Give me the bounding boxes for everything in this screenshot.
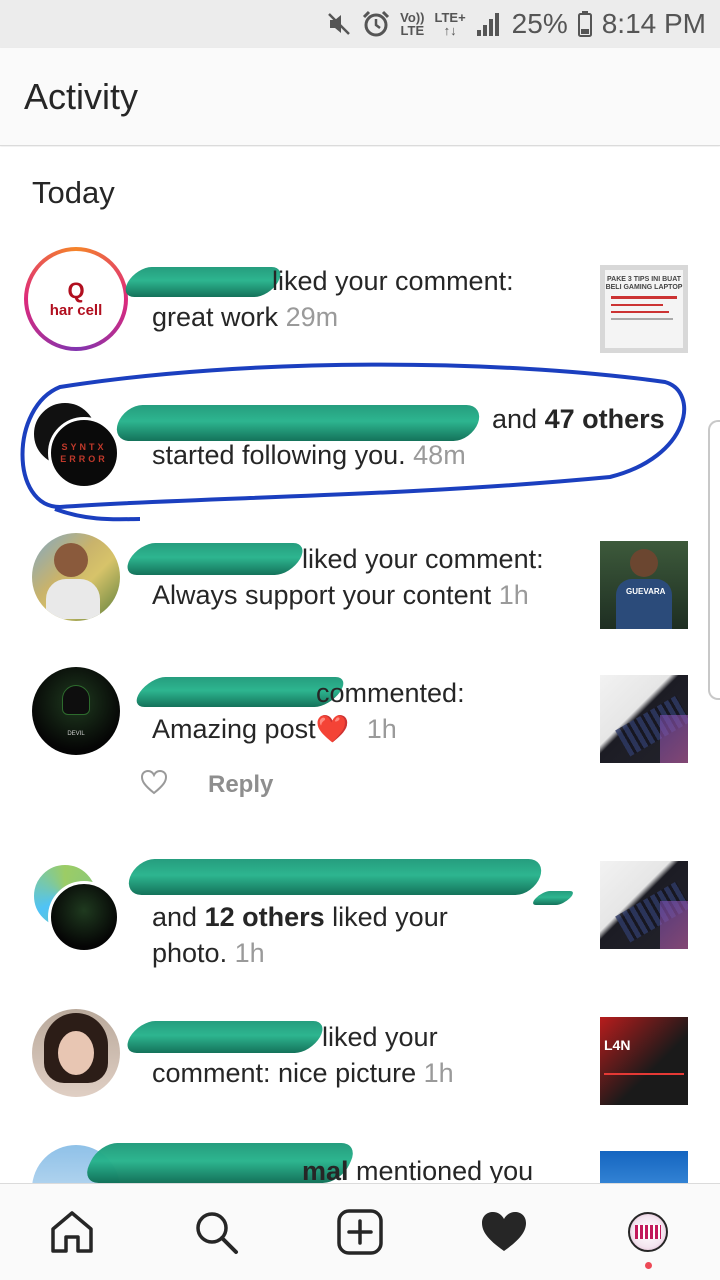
activity-item[interactable]: Q har cell liked your comment: great wor…	[0, 247, 720, 357]
home-icon[interactable]	[44, 1204, 100, 1260]
network-indicator: LTE+ ↑↓	[434, 10, 466, 38]
logo-q-icon: Q	[67, 277, 85, 303]
app-header: Activity	[0, 48, 720, 146]
post-thumbnail[interactable]	[600, 861, 688, 949]
avatar-label: har cell	[49, 301, 103, 319]
activity-text: liked your comment: Always support your …	[152, 544, 544, 610]
activity-item[interactable]: DEVIL commented: Amazing post❤️ 1h	[0, 667, 720, 827]
post-thumbnail[interactable]	[600, 675, 688, 763]
signal-icon	[476, 12, 502, 36]
post-thumbnail[interactable]: PAKE 3 TIPS INI BUAT BELI GAMING LAPTOP	[600, 265, 688, 353]
highlight-circle	[20, 362, 687, 522]
redaction-scribble	[123, 859, 547, 895]
battery-percent: 25%	[511, 8, 568, 39]
activity-item[interactable]: and 12 others liked your photo. 1h	[0, 859, 720, 989]
activity-heart-icon[interactable]	[476, 1204, 532, 1260]
mute-icon	[326, 11, 352, 37]
clock: 8:14 PM	[601, 8, 706, 39]
page-title: Activity	[24, 76, 139, 117]
volte-indicator: Vo)) LTE	[400, 10, 425, 38]
activity-text: mal mentioned you	[302, 1156, 534, 1183]
redaction-scribble	[529, 891, 577, 905]
profile-avatar[interactable]	[620, 1204, 676, 1260]
avatar[interactable]	[48, 881, 120, 953]
activity-item[interactable]: liked your comment: nice picture 1h L4N	[0, 1009, 720, 1109]
search-icon[interactable]	[188, 1204, 244, 1260]
bottom-navigation	[0, 1183, 720, 1280]
avatar[interactable]	[32, 1009, 120, 1097]
section-title-today: Today	[32, 175, 115, 210]
avatar[interactable]: Q har cell	[24, 247, 128, 351]
like-comment-heart-icon[interactable]	[140, 769, 168, 800]
activity-text: and 12 others liked your photo. 1h	[152, 902, 448, 968]
alarm-icon	[362, 10, 390, 38]
reply-button[interactable]: Reply	[208, 771, 273, 799]
activity-text: liked your comment: nice picture 1h	[152, 1022, 454, 1088]
status-bar: Vo)) LTE LTE+ ↑↓ 25% 8:14 PM	[0, 0, 720, 48]
activity-feed[interactable]: Today Q har cell liked your comment: gre…	[0, 147, 720, 1183]
post-thumbnail[interactable]	[600, 1151, 688, 1183]
notification-dot	[645, 1262, 652, 1269]
new-post-icon[interactable]	[332, 1204, 388, 1260]
activity-text: commented: Amazing post❤️ 1h	[152, 678, 465, 744]
activity-item[interactable]: liked your comment: Always support your …	[0, 533, 720, 633]
avatar[interactable]	[32, 533, 120, 621]
avatar[interactable]: DEVIL	[32, 667, 120, 755]
reply-actions: Reply	[140, 769, 273, 800]
scrollbar[interactable]	[708, 420, 720, 700]
post-thumbnail[interactable]: L4N	[600, 1017, 688, 1105]
activity-item[interactable]: mal mentioned you	[0, 1143, 720, 1183]
battery-icon	[577, 11, 592, 37]
post-thumbnail[interactable]: GUEVARA	[600, 541, 688, 629]
activity-text: liked your comment: great work 29m	[152, 266, 514, 332]
